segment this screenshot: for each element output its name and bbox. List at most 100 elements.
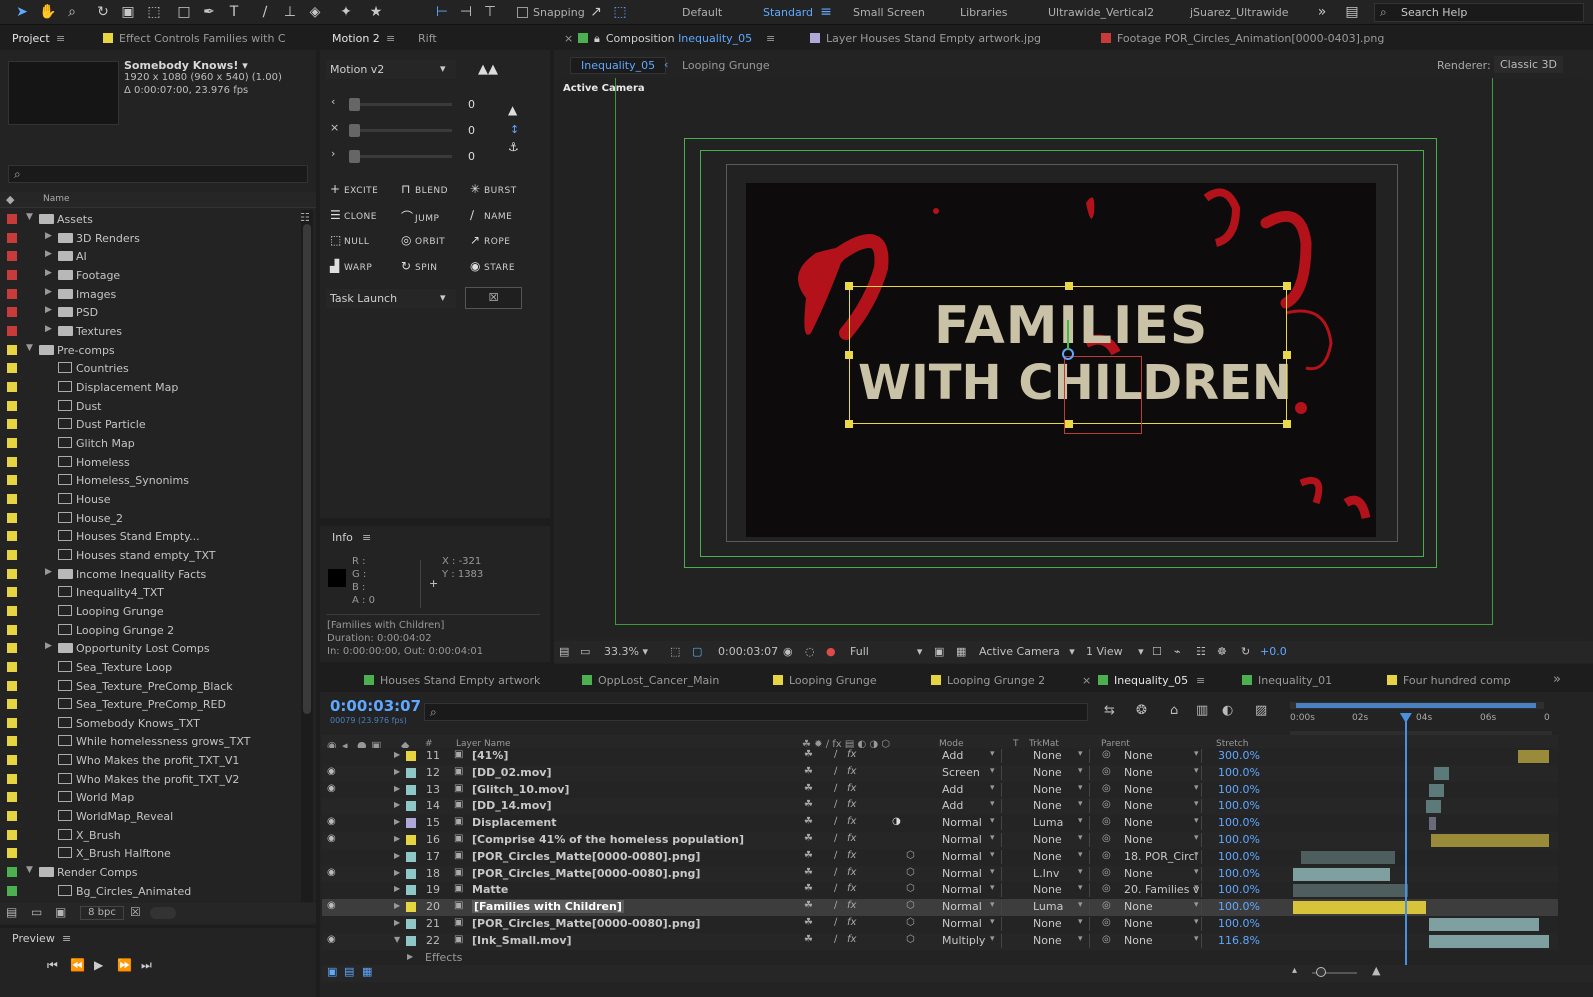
workspace-menu-icon[interactable]: ≡ <box>816 3 836 22</box>
delete-icon[interactable]: ☒ <box>130 905 141 919</box>
effects-expand-icon[interactable]: ▶ <box>407 952 413 961</box>
spin-button[interactable]: ↻ SPIN <box>401 259 438 273</box>
zoom-tool-icon[interactable]: ⌕ <box>62 3 82 22</box>
search-help-box[interactable]: ⌕ Search Help <box>1374 3 1584 22</box>
show-snapshot-icon[interactable]: ◌ <box>805 645 815 658</box>
layer-label-swatch[interactable] <box>406 851 416 862</box>
zoom-in-icon[interactable]: ▲ <box>1372 964 1380 977</box>
project-comp-row[interactable]: Dust Particle <box>0 415 300 434</box>
snapshot-icon[interactable]: ◉ <box>783 645 793 658</box>
name-button[interactable]: ∕ NAME <box>470 208 512 222</box>
roi-icon[interactable]: ▣ <box>934 645 944 658</box>
layer-duration-bar[interactable] <box>1518 750 1549 763</box>
first-frame-icon[interactable]: ⏮ <box>47 958 58 973</box>
slider-3-track[interactable] <box>350 155 452 158</box>
clone-stamp-tool-icon[interactable]: ⊥ <box>280 3 300 22</box>
layer-row[interactable]: ◉ ▶ 13 ▣ [Glitch_10.mov] ☘ ∕ fx Add ▾ None ▾ ◎ None ▾ 1… <box>322 781 1558 799</box>
layer-stretch[interactable]: 100.0% <box>1218 883 1260 896</box>
3d-layer-switch-icon[interactable]: ⬡ <box>906 850 915 861</box>
project-menu-icon[interactable]: ≡ <box>56 32 65 45</box>
fx-switch-icon[interactable]: fx <box>847 934 856 945</box>
label-swatch[interactable] <box>7 232 17 243</box>
label-swatch[interactable] <box>7 493 17 504</box>
local-axis-icon[interactable]: ⊢ <box>432 3 452 22</box>
workspace-libraries[interactable]: Libraries <box>960 6 1008 19</box>
zoom-slider-handle[interactable] <box>1316 967 1326 977</box>
slider-1-track[interactable] <box>350 103 452 106</box>
quality-switch-icon[interactable]: ∕ <box>834 816 837 827</box>
work-area-range[interactable] <box>1296 703 1536 708</box>
pick-whip-icon[interactable]: ◎ <box>1102 934 1111 945</box>
layer-duration-bar[interactable] <box>1431 834 1549 847</box>
graph-editor-icon[interactable]: ▨ <box>1255 703 1267 718</box>
label-swatch[interactable] <box>7 549 17 560</box>
prev-frame-icon[interactable]: ⏪ <box>70 958 85 972</box>
project-folder-row[interactable]: ▶ Textures <box>0 322 300 341</box>
layer-track-lane[interactable] <box>1290 748 1552 765</box>
jump-button[interactable]: ⌒JUMP <box>401 208 439 225</box>
layer-row[interactable]: ◉ ▶ 16 ▣ [Comprise 41% of the homeless popul… <box>322 832 1558 849</box>
project-folder-row[interactable]: ▶ Images <box>0 285 300 304</box>
motion-preset-select[interactable]: Motion v2 ▾ <box>326 60 456 79</box>
label-swatch[interactable] <box>7 307 17 318</box>
layer-parent-select[interactable]: None <box>1120 749 1202 763</box>
label-swatch[interactable] <box>7 605 17 616</box>
label-swatch[interactable] <box>7 269 17 280</box>
layer-name[interactable]: [Families with Children] <box>472 900 624 914</box>
layer-parent-select[interactable]: None <box>1120 816 1202 831</box>
layer-name[interactable]: [Ink_Small.mov] <box>472 934 572 947</box>
label-swatch[interactable] <box>7 755 17 766</box>
quality-switch-icon[interactable]: ∕ <box>834 934 837 945</box>
expand-triangle-icon[interactable]: ▶ <box>45 287 52 297</box>
project-folder-row[interactable]: ▶ Footage <box>0 266 300 285</box>
quality-switch-icon[interactable]: ∕ <box>834 850 837 861</box>
layer-label-swatch[interactable] <box>406 935 416 946</box>
clone-button[interactable]: ☰ CLONE <box>330 208 377 222</box>
layer-expand-icon[interactable]: ▶ <box>394 834 400 843</box>
layer-parent-select[interactable]: 18. POR_Circl <box>1120 849 1202 864</box>
layer-parent-select[interactable]: None <box>1120 866 1202 881</box>
project-search-input[interactable]: ⌕ <box>8 165 308 183</box>
snapping-checkbox[interactable] <box>517 7 528 18</box>
layer-label-swatch[interactable] <box>406 902 416 913</box>
composition-canvas[interactable]: Active Camera FAMILIES WITH CHILDREN <box>556 78 1590 638</box>
project-comp-row[interactable]: World Map <box>0 788 300 807</box>
label-swatch[interactable] <box>7 400 17 411</box>
selection-tool-icon[interactable]: ➤ <box>12 3 32 22</box>
label-swatch[interactable] <box>7 531 17 542</box>
label-swatch[interactable] <box>7 643 17 654</box>
project-comp-row[interactable]: Who Makes the profit_TXT_V2 <box>0 770 300 789</box>
label-swatch[interactable] <box>7 717 17 728</box>
anchor-mid-icon[interactable]: ↕ <box>510 123 519 136</box>
layer-expand-icon[interactable]: ▶ <box>394 851 400 860</box>
quality-switch-icon[interactable]: ∕ <box>834 883 837 894</box>
project-comp-row[interactable]: Homeless_Synonims <box>0 471 300 490</box>
layer-duration-bar[interactable] <box>1426 800 1442 814</box>
fx-switch-icon[interactable]: fx <box>847 883 856 894</box>
bpc-button[interactable]: 8 bpc <box>80 906 124 920</box>
quality-switch-icon[interactable]: ∕ <box>834 900 837 911</box>
close-composition-tab-icon[interactable]: × <box>564 32 573 45</box>
draft-3d-icon[interactable]: ❂ <box>1136 703 1147 718</box>
3d-layer-switch-icon[interactable]: ⬡ <box>906 934 915 945</box>
layer-label-swatch[interactable] <box>406 801 416 812</box>
project-comp-row[interactable]: WorldMap_Reveal <box>0 807 300 826</box>
preview-menu-icon[interactable]: ≡ <box>62 932 71 945</box>
zoom-select[interactable]: 33.3% ▾ <box>604 645 648 658</box>
pan-behind-tool-icon[interactable]: ⬚ <box>144 3 164 22</box>
layer-stretch[interactable]: 100.0% <box>1218 833 1260 846</box>
quality-switch-icon[interactable]: ∕ <box>834 833 837 844</box>
handle-mid-left[interactable] <box>845 351 853 359</box>
views-select[interactable]: 1 View ▾ <box>1086 645 1144 658</box>
interpret-footage-icon[interactable]: ▤ <box>6 905 17 919</box>
layer-label-swatch[interactable] <box>406 885 416 896</box>
workspace-panel-icon[interactable]: ▤ <box>1342 3 1362 22</box>
3d-layer-switch-icon[interactable]: ⬡ <box>906 867 915 878</box>
slider-2-value[interactable]: 0 <box>468 124 475 137</box>
project-folder-row[interactable]: ▶ 3D Renders <box>0 229 300 248</box>
project-comp-row[interactable]: Looping Grunge <box>0 602 300 621</box>
timeline-menu-icon[interactable]: ≡ <box>1196 674 1205 687</box>
y-axis-arrow[interactable] <box>1067 320 1069 350</box>
quality-switch-icon[interactable]: ∕ <box>834 766 837 777</box>
label-swatch[interactable] <box>7 251 17 262</box>
